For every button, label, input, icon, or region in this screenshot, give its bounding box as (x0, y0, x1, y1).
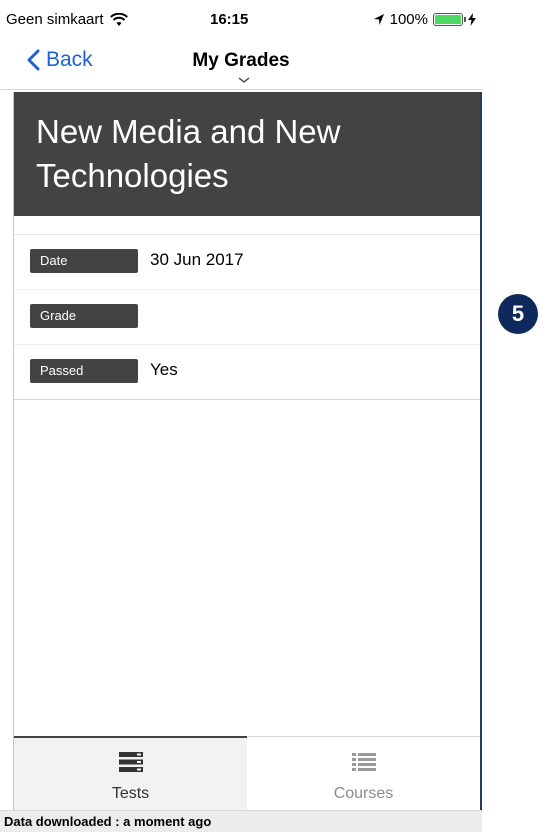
battery-icon (433, 13, 466, 26)
tab-label: Courses (333, 785, 394, 802)
battery-percent: 100% (389, 11, 428, 28)
wifi-icon (109, 12, 128, 26)
download-status-text: Data downloaded : a moment ago (4, 814, 212, 829)
tab-bar: Tests Courses (14, 736, 480, 810)
course-title: New Media and New Technologies (36, 113, 341, 194)
screen-border-right (480, 92, 482, 810)
server-stack-icon (118, 752, 143, 772)
detail-value: 30 Jun 2017 (150, 250, 244, 269)
tab-label: Tests (111, 785, 150, 802)
detail-label: Date (30, 249, 138, 273)
download-status-bar: Data downloaded : a moment ago (0, 810, 482, 832)
charging-bolt-icon (468, 13, 476, 26)
detail-row-date: Date 30 Jun 2017 (14, 235, 480, 290)
grade-details: Date 30 Jun 2017 Grade Passed Yes (14, 234, 480, 400)
carrier-name: Geen simkaart (6, 11, 104, 28)
detail-value: Yes (150, 360, 178, 379)
detail-label: Grade (30, 304, 138, 328)
navigation-bar: Back My Grades (0, 40, 482, 90)
status-bar: Geen simkaart 16:15 100% (0, 0, 482, 40)
location-arrow-icon (373, 14, 384, 25)
detail-row-passed: Passed Yes (14, 345, 480, 399)
status-right: 100% (373, 11, 476, 28)
page-title: My Grades (192, 50, 290, 71)
status-time: 16:15 (210, 11, 249, 28)
tab-courses[interactable]: Courses (247, 737, 480, 810)
detail-label: Passed (30, 359, 138, 383)
course-header: New Media and New Technologies (14, 92, 480, 216)
detail-row-grade: Grade (14, 290, 480, 345)
chevron-down-icon[interactable] (238, 76, 250, 84)
tab-tests[interactable]: Tests (14, 736, 247, 810)
list-icon (351, 753, 376, 771)
phone-screen: Geen simkaart 16:15 100% Back My Grades … (0, 0, 482, 832)
carrier-info: Geen simkaart (6, 11, 128, 28)
step-number-badge: 5 (498, 294, 538, 334)
